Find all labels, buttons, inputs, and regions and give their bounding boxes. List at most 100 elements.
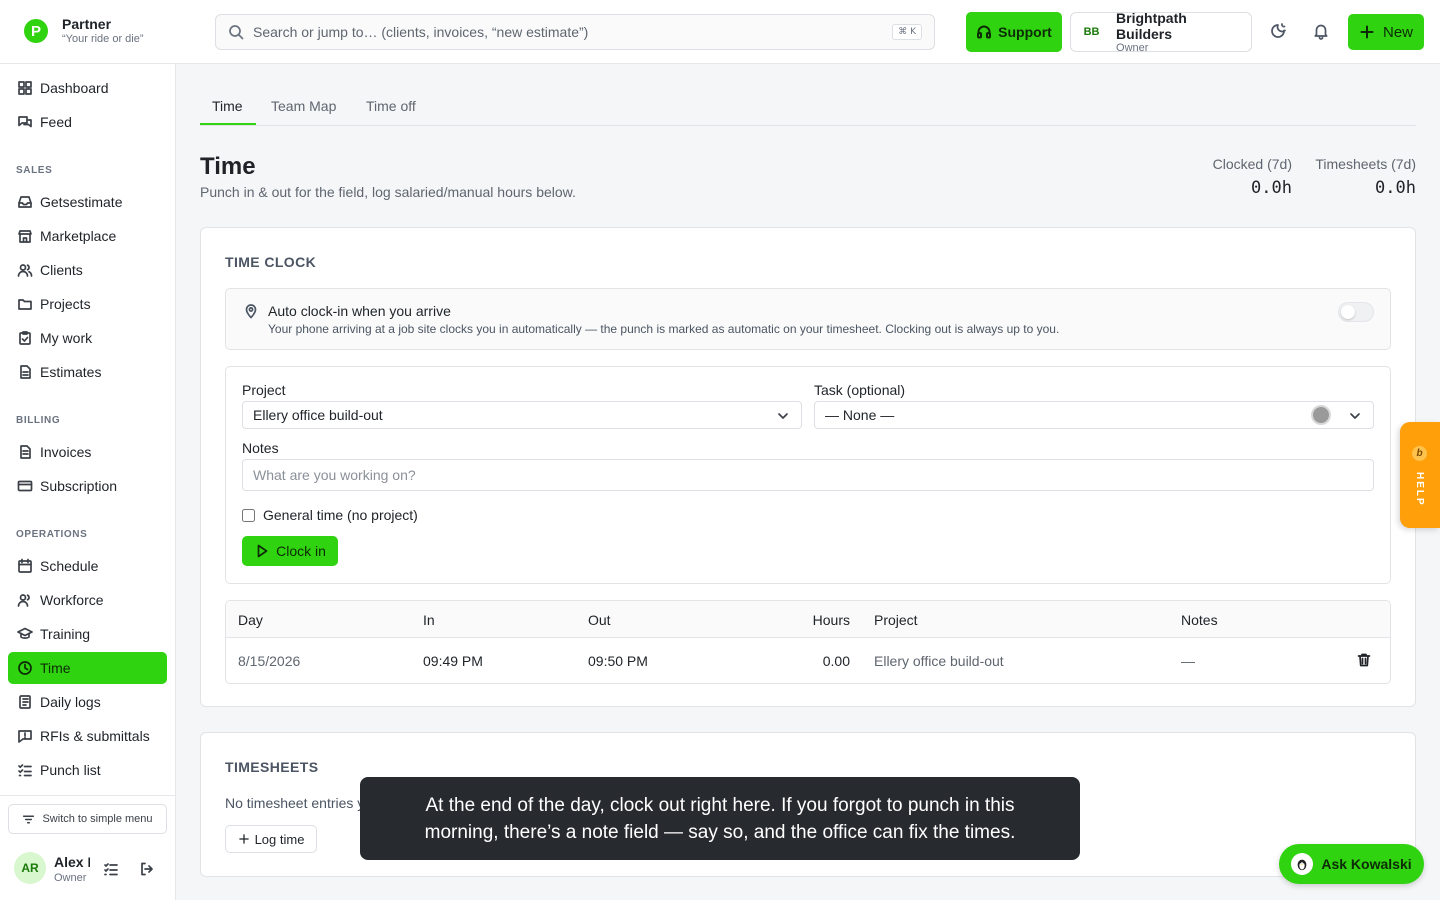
auto-clock-toggle[interactable] (1338, 302, 1374, 322)
general-time-option[interactable]: General time (no project) (242, 507, 418, 523)
sidebar-item-label: Dashboard (40, 80, 109, 96)
cell-hours: 0.00 (822, 653, 850, 669)
task-select[interactable]: — None — (814, 401, 1374, 429)
store-icon (18, 230, 32, 243)
clock-in-button[interactable]: Clock in (242, 536, 338, 566)
cursor-indicator (1311, 405, 1331, 425)
cell-out: 09:50 PM (588, 653, 648, 669)
timesheets-empty-text: No timesheet entries yet (225, 795, 376, 811)
column-header-project: Project (874, 612, 918, 628)
new-button[interactable]: New (1348, 14, 1424, 50)
cell-day: 8/15/2026 (238, 653, 301, 669)
document-icon (20, 365, 31, 379)
notes-input[interactable] (242, 459, 1374, 491)
time-entries-table: Day In Out Hours Project Notes 8/15/2026… (225, 600, 1391, 684)
moon-sun-icon (1271, 23, 1286, 38)
table-header: Day In Out Hours Project Notes (226, 601, 1390, 638)
column-header-day: Day (238, 612, 263, 628)
avatar[interactable]: AR (14, 852, 46, 884)
active-tab-indicator (200, 123, 256, 125)
help-tab[interactable]: b HELP (1400, 422, 1440, 528)
penguin-glyph (1297, 859, 1307, 871)
sidebar-item-workforce[interactable]: Workforce (8, 584, 167, 616)
sidebar-item-label: Estimates (40, 364, 102, 380)
task-select-value: — None — (825, 407, 895, 423)
log-time-button[interactable]: Log time (225, 825, 317, 853)
tab-time-off[interactable]: Time off (366, 98, 416, 114)
sidebar-section-operations: OPERATIONS (16, 529, 88, 540)
search-input[interactable] (253, 24, 893, 40)
guide-tooltip-text: At the end of the day, clock out right h… (424, 794, 1016, 843)
project-select[interactable]: Ellery office build-out (242, 401, 802, 429)
user-role: Owner (54, 872, 87, 884)
org-avatar: BB (1083, 26, 1100, 38)
sidebar-item-projects[interactable]: Projects (8, 288, 167, 320)
sidebar-item-dashboard[interactable]: Dashboard (8, 72, 167, 104)
credit-card-icon (17, 480, 33, 492)
sidebar-item-invoices[interactable]: Invoices (8, 436, 167, 468)
sidebar-item-daily-logs[interactable]: Daily logs (8, 686, 167, 718)
stat-value: 0.0h (1251, 178, 1292, 198)
sidebar-item-schedule[interactable]: Schedule (8, 550, 167, 582)
folder-icon (18, 299, 32, 310)
sidebar-item-label: Feed (40, 114, 72, 130)
sidebar: Dashboard Feed SALES Getsestimate Market… (0, 64, 176, 900)
sidebar-item-estimates[interactable]: Estimates (8, 356, 167, 388)
sidebar-item-label: Projects (40, 296, 91, 312)
sidebar-item-rfis-submittals[interactable]: RFIs & submittals (8, 720, 167, 752)
sidebar-item-feed[interactable]: Feed (8, 106, 167, 138)
general-time-checkbox[interactable] (242, 508, 255, 522)
clock-in-form: Project Ellery office build-out Task (op… (225, 366, 1391, 584)
sidebar-item-label: Daily logs (40, 694, 101, 710)
switch-menu-label: Switch to simple menu (42, 813, 153, 825)
filter-icon (23, 815, 35, 823)
tasks-button[interactable] (103, 861, 119, 877)
switch-simple-menu-button[interactable]: Switch to simple menu (8, 804, 167, 834)
sidebar-item-marketplace[interactable]: Marketplace (8, 220, 167, 252)
notifications-button[interactable] (1312, 22, 1332, 42)
theme-toggle-button[interactable] (1269, 22, 1289, 42)
time-clock-card: TIME CLOCK Auto clock-in when you arrive… (200, 227, 1416, 707)
tab-team-map[interactable]: Team Map (271, 98, 336, 114)
sidebar-item-my-work[interactable]: My work (8, 322, 167, 354)
tab-bar: Time Team Map Time off (200, 88, 1416, 126)
graduation-cap-icon (17, 627, 33, 639)
ask-assistant-button[interactable]: Ask Kowalski (1279, 844, 1424, 884)
trash-icon[interactable] (1356, 652, 1372, 668)
support-button[interactable]: Support (966, 12, 1062, 52)
ask-assistant-label: Ask Kowalski (1321, 856, 1412, 872)
sidebar-item-subscription[interactable]: Subscription (8, 470, 167, 502)
sidebar-item-time[interactable]: Time (8, 652, 167, 684)
cell-in: 09:49 PM (423, 653, 483, 669)
sidebar-divider (0, 795, 175, 796)
sidebar-item-punch-list[interactable]: Punch list (8, 754, 167, 786)
brand[interactable]: P Partner “Your ride or die” (24, 16, 144, 46)
sidebar-item-clients[interactable]: Clients (8, 254, 167, 286)
notebook-icon (19, 695, 31, 709)
sidebar-item-training[interactable]: Training (8, 618, 167, 650)
sidebar-item-label: Training (40, 626, 91, 642)
penguin-icon (1291, 853, 1314, 875)
sidebar-item-label: Schedule (40, 558, 99, 574)
time-clock-title: TIME CLOCK (225, 254, 317, 270)
feed-icon (18, 116, 32, 128)
sidebar-item-label: Invoices (40, 444, 92, 460)
task-label: Task (optional) (814, 382, 906, 398)
sidebar-item-getsestimate[interactable]: Getsestimate (8, 186, 167, 218)
column-header-in: In (423, 612, 435, 628)
logout-button[interactable] (139, 861, 155, 877)
org-switcher[interactable]: BB Brightpath Builders Owner (1070, 10, 1252, 54)
sidebar-item-label: Getsestimate (40, 194, 123, 210)
clipboard-check-icon (19, 331, 31, 345)
search-bar[interactable]: ⌘ K (215, 14, 935, 50)
top-bar: P Partner “Your ride or die” ⌘ K Support… (0, 0, 1440, 64)
sidebar-item-label: Punch list (40, 762, 101, 778)
tab-time[interactable]: Time (212, 98, 243, 114)
stat-timesheets: Timesheets (7d) 0.0h (1315, 156, 1416, 198)
sidebar-section-billing: BILLING (16, 415, 61, 426)
support-label: Support (998, 24, 1052, 40)
play-icon (257, 544, 268, 558)
map-pin-icon (245, 304, 257, 319)
page-subtitle: Punch in & out for the field, log salari… (200, 184, 576, 200)
message-alert-icon (18, 730, 32, 743)
